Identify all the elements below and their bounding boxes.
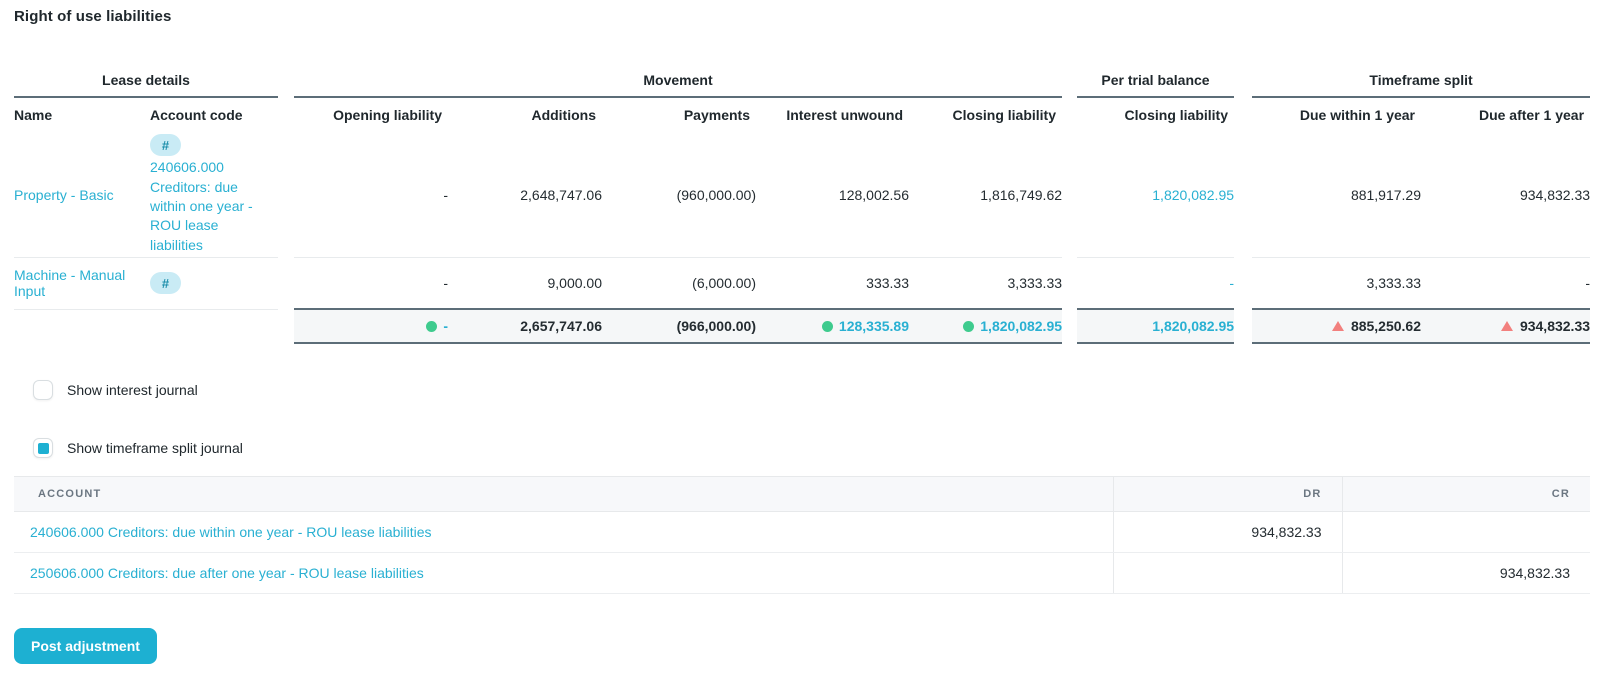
- tb-closing-liability-link[interactable]: 1,820,082.95: [1152, 187, 1234, 203]
- timeframe-split-journal-table: ACCOUNT DR CR 240606.000 Creditors: due …: [14, 476, 1590, 594]
- warning-triangle-icon: [1500, 321, 1513, 331]
- col-opening-liability: Opening liability: [333, 107, 442, 123]
- show-interest-journal-toggle[interactable]: Show interest journal: [33, 380, 1586, 400]
- tb-closing-liability-value: 1,820,082.95: [1077, 133, 1235, 258]
- account-hash-icon[interactable]: #: [150, 272, 181, 294]
- page-title: Right of use liabilities: [14, 8, 172, 25]
- opening-liability-value: -: [443, 274, 448, 291]
- col-additions: Additions: [531, 107, 596, 123]
- checkbox-label: Show interest journal: [67, 382, 198, 398]
- account-code-cell: #: [150, 257, 278, 310]
- due-within-1-year-value: 3,333.33: [1366, 274, 1422, 291]
- tb-closing-liability-value: -: [1077, 257, 1234, 309]
- group-timeframe-split: Timeframe split: [1252, 71, 1591, 98]
- journal-toggles: Show interest journal Show timeframe spl…: [33, 380, 1586, 458]
- total-closing-liability: 1,820,082.95: [909, 308, 1063, 344]
- journal-row: 240606.000 Creditors: due within one yea…: [14, 511, 1590, 553]
- account-code-link[interactable]: 240606.000 Creditors: due within one yea…: [150, 158, 258, 255]
- additions-value: 9,000.00: [547, 274, 603, 291]
- lease-name-link[interactable]: Property - Basic: [14, 187, 114, 203]
- total-payments: (966,000.00): [602, 308, 756, 344]
- tb-closing-total-link[interactable]: 1,820,082.95: [1152, 318, 1234, 334]
- lease-name-link[interactable]: Machine - Manual Input: [14, 267, 125, 299]
- journal-dr-value: [1112, 552, 1342, 594]
- column-header-row: Name Account code Opening liability Addi…: [14, 97, 1590, 133]
- journal-cr-value: 934,832.33: [1341, 552, 1590, 594]
- group-per-trial-balance: Per trial balance: [1077, 71, 1235, 98]
- closing-liability-value: 1,816,749.62: [909, 133, 1063, 258]
- interest-unwound-value: 333.33: [866, 274, 909, 291]
- total-tb-closing-liability: 1,820,082.95: [1077, 308, 1235, 344]
- closing-liability-value: 3,333.33: [1007, 274, 1063, 291]
- lease-row-machine-manual-input: Machine - Manual Input # - 9,000.00 (6,0…: [14, 257, 1591, 310]
- journal-dr-value: 934,832.33: [1112, 511, 1342, 553]
- col-account-code: Account code: [150, 107, 243, 123]
- group-movement: Movement: [294, 71, 1063, 98]
- reconciled-dot-icon: [963, 321, 975, 332]
- payments-value: (6,000.00): [692, 274, 756, 291]
- opening-liability-value: -: [294, 133, 448, 258]
- checkbox-unchecked-icon[interactable]: [33, 380, 53, 400]
- post-adjustment-button[interactable]: Post adjustment: [14, 628, 157, 664]
- due-after-1-year-value: 934,832.33: [1421, 133, 1591, 258]
- journal-account-cell: 250606.000 Creditors: due after one year…: [14, 552, 1113, 594]
- reconciled-dot-icon: [821, 321, 833, 332]
- total-due-after-1-year: 934,832.33: [1421, 308, 1591, 344]
- journal-account-cell: 240606.000 Creditors: due within one yea…: [14, 511, 1113, 553]
- col-name: Name: [14, 107, 53, 123]
- totals-row: - 2,657,747.06 (966,000.00) 128,335.89 1…: [14, 308, 1591, 344]
- col-interest-unwound: Interest unwound: [786, 107, 903, 123]
- lease-row-property-basic: Property - Basic # 240606.000 Creditors:…: [14, 133, 1591, 258]
- col-due-within-1-year: Due within 1 year: [1299, 107, 1416, 123]
- journal-col-account: ACCOUNT: [14, 476, 1113, 512]
- group-lease-details: Lease details: [14, 71, 278, 98]
- total-opening-liability: -: [294, 308, 448, 344]
- lease-name-cell: Property - Basic: [14, 133, 150, 258]
- col-due-after-1-year: Due after 1 year: [1478, 107, 1585, 123]
- journal-cr-value: [1341, 511, 1590, 553]
- account-hash-icon: #: [150, 134, 181, 157]
- account-code-cell: # 240606.000 Creditors: due within one y…: [150, 133, 278, 258]
- col-payments: Payments: [683, 107, 750, 123]
- payments-value: (960,000.00): [602, 133, 756, 258]
- checkbox-checked-icon[interactable]: [33, 438, 53, 458]
- lease-name-cell: Machine - Manual Input: [14, 257, 150, 310]
- checkbox-label: Show timeframe split journal: [67, 440, 243, 456]
- col-tb-closing-liability: Closing liability: [1124, 107, 1229, 123]
- total-due-within-1-year: 885,250.62: [1252, 308, 1422, 344]
- journal-col-dr: DR: [1112, 476, 1342, 512]
- journal-account-link[interactable]: 250606.000 Creditors: due after one year…: [30, 565, 424, 581]
- interest-unwound-value: 128,002.56: [756, 133, 909, 258]
- reconciled-dot-icon: [426, 321, 438, 332]
- due-within-1-year-value: 881,917.29: [1252, 133, 1422, 258]
- total-additions: 2,657,747.06: [448, 308, 602, 344]
- tb-closing-liability-link[interactable]: -: [1229, 275, 1234, 291]
- total-interest-unwound: 128,335.89: [756, 308, 909, 344]
- journal-col-cr: CR: [1341, 476, 1590, 512]
- warning-triangle-icon: [1331, 321, 1344, 331]
- due-after-1-year-value: -: [1585, 274, 1591, 291]
- rou-liabilities-table: Lease details Movement Per trial balance…: [14, 71, 1591, 344]
- journal-header-row: ACCOUNT DR CR: [14, 476, 1590, 512]
- col-closing-liability: Closing liability: [952, 107, 1057, 123]
- journal-row: 250606.000 Creditors: due after one year…: [14, 552, 1590, 594]
- rou-liabilities-page: Right of use liabilities Lease details M…: [0, 0, 1600, 664]
- group-header-row: Lease details Movement Per trial balance…: [14, 71, 1591, 98]
- additions-value: 2,648,747.06: [448, 133, 602, 258]
- journal-account-link[interactable]: 240606.000 Creditors: due within one yea…: [30, 524, 432, 540]
- show-timeframe-split-journal-toggle[interactable]: Show timeframe split journal: [33, 438, 1586, 458]
